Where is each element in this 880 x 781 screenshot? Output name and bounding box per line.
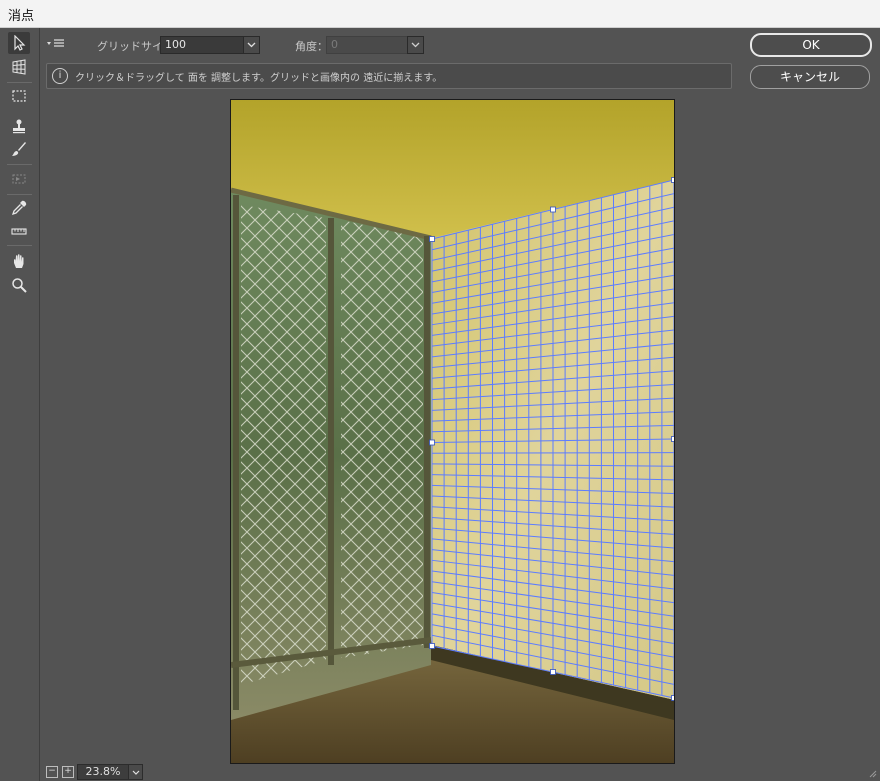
zoom-dropdown[interactable] (128, 764, 143, 780)
chevron-down-icon (411, 42, 420, 48)
eyedropper-tool-icon[interactable] (8, 197, 30, 219)
panel-menu-icon[interactable] (46, 36, 66, 50)
grid-handle[interactable] (671, 695, 675, 701)
angle-label: 角度： (295, 40, 328, 53)
options-bar: グリッドサイズ： 100 角度： 0 (40, 28, 740, 58)
perspective-grid[interactable] (431, 179, 674, 699)
grid-handle[interactable] (550, 206, 556, 213)
preview-image (230, 99, 675, 764)
chevron-down-icon (247, 42, 256, 48)
preview-canvas[interactable] (40, 90, 880, 764)
grid-size-dropdown[interactable] (243, 36, 260, 54)
zoom-level-field[interactable]: 23.8% (77, 764, 129, 780)
title-bar: 消点 (0, 0, 880, 28)
transform-tool-icon[interactable] (8, 168, 30, 190)
resize-grip-icon[interactable] (868, 769, 877, 778)
zoom-out-button[interactable]: − (46, 766, 58, 778)
tool-palette (0, 28, 40, 781)
create-plane-tool-icon[interactable] (8, 56, 30, 78)
zoom-in-button[interactable]: + (62, 766, 74, 778)
status-bar: − + 23.8% (40, 762, 880, 781)
grid-handle[interactable] (671, 436, 675, 442)
measure-tool-icon[interactable] (8, 220, 30, 242)
edit-plane-tool-icon[interactable] (8, 32, 30, 54)
hint-text: クリック＆ドラッグして 面を 調整します。グリッドと画像内の 遠近に揃えます。 (75, 73, 443, 84)
grid-handle[interactable] (550, 669, 556, 675)
chevron-down-icon (132, 770, 139, 775)
ok-button[interactable]: OK (750, 33, 872, 57)
grid-handle[interactable] (429, 643, 435, 649)
info-icon: i (52, 68, 68, 84)
grid-handle[interactable] (429, 439, 435, 446)
zoom-tool-icon[interactable] (8, 274, 30, 296)
grid-handle[interactable] (429, 236, 435, 242)
stamp-tool-icon[interactable] (8, 115, 30, 137)
grid-handle[interactable] (671, 177, 675, 183)
hand-tool-icon[interactable] (8, 250, 30, 272)
marquee-tool-icon[interactable] (8, 85, 30, 107)
grid-size-input[interactable]: 100 (160, 36, 244, 54)
brush-tool-icon[interactable] (8, 138, 30, 160)
cancel-button[interactable]: キャンセル (750, 65, 870, 89)
window-title: 消点 (8, 9, 35, 24)
hint-bar: i クリック＆ドラッグして 面を 調整します。グリッドと画像内の 遠近に揃えます… (46, 63, 732, 89)
angle-input[interactable]: 0 (326, 36, 410, 54)
room-photo (231, 100, 674, 763)
angle-dropdown[interactable] (407, 36, 424, 54)
